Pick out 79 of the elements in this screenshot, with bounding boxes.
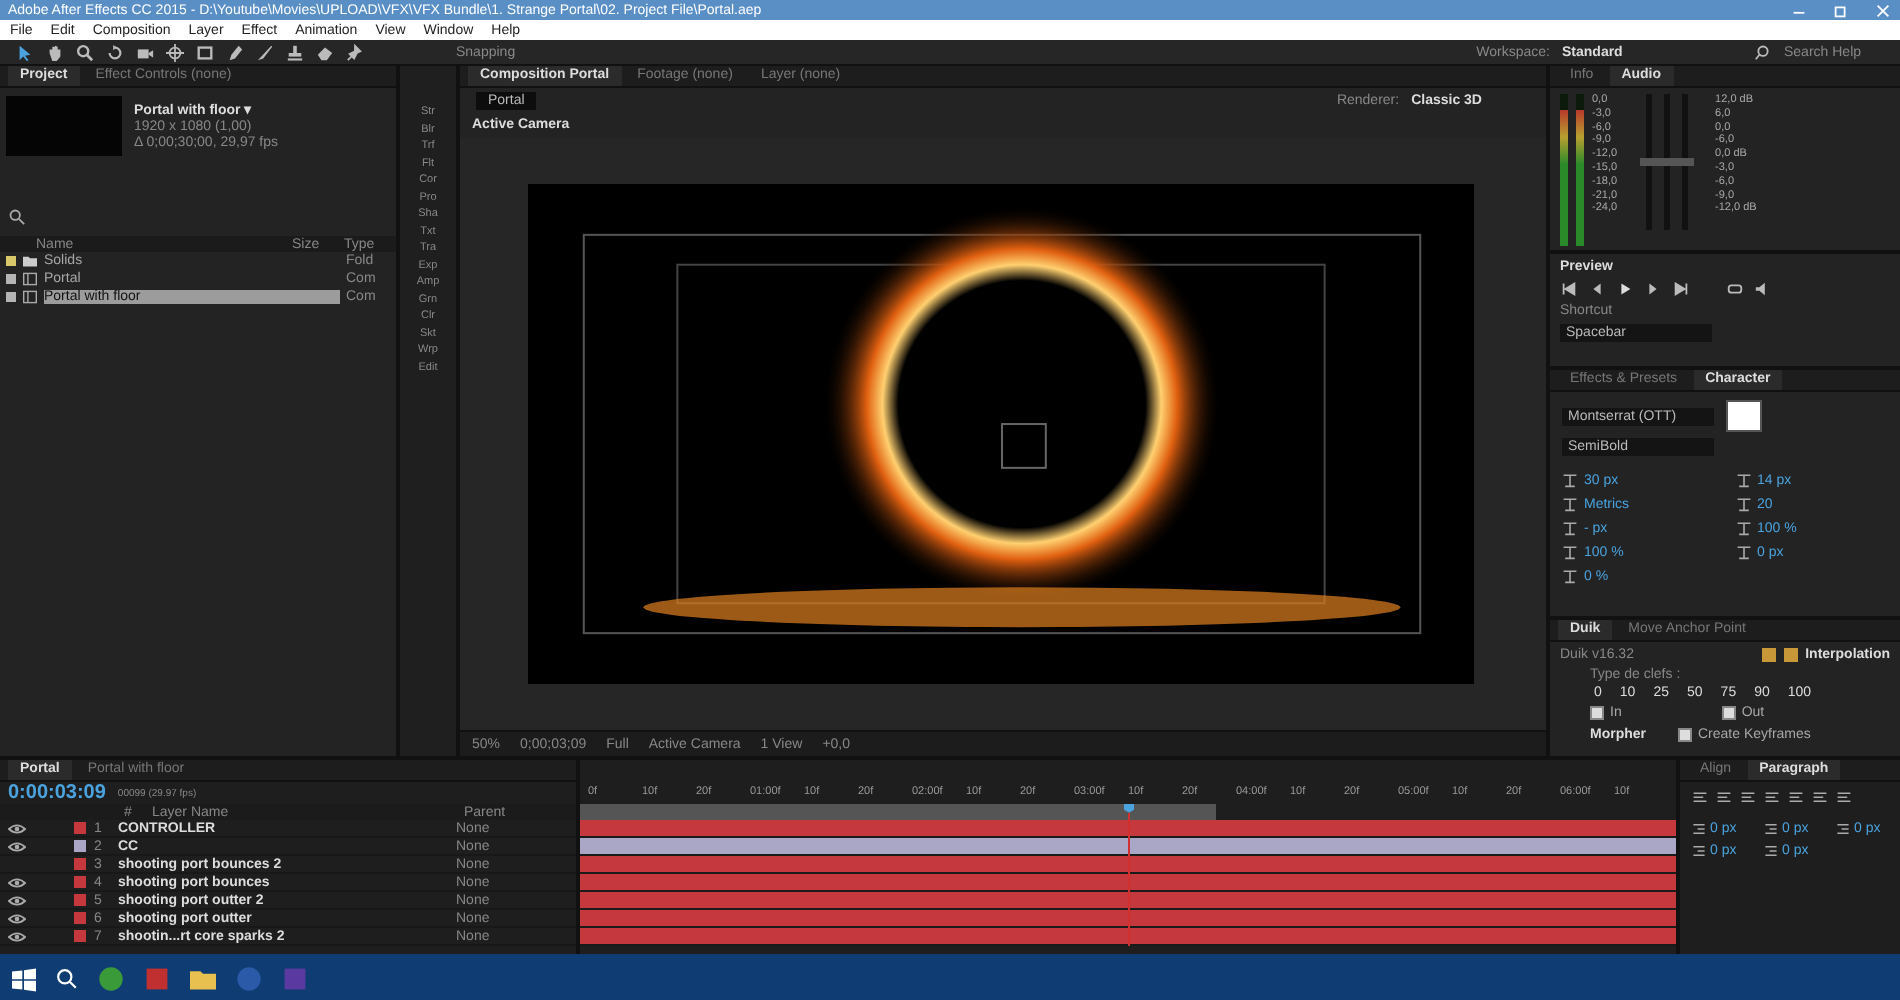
checkbox[interactable] [1678,728,1692,742]
text-setting-icon[interactable] [1562,520,1578,536]
folder-icon[interactable] [190,966,216,992]
volume-slider-thumb[interactable] [1675,158,1694,166]
text-setting-icon[interactable] [1562,568,1578,584]
text-setting-icon[interactable] [1735,472,1751,488]
previous-frame-icon[interactable] [1588,280,1606,298]
align-text-icon[interactable] [1788,790,1804,806]
label-color-swatch[interactable] [74,822,86,834]
layer-duration-bar[interactable] [580,820,1676,838]
volume-slider-thumb[interactable] [1639,158,1658,166]
timecode[interactable]: 0:00:03:09 [8,782,106,804]
label-color-swatch[interactable] [6,256,16,266]
search-icon[interactable] [8,207,26,225]
taskbar-app-icon[interactable] [98,966,124,992]
eye-icon[interactable] [8,819,26,837]
search-icon[interactable] [76,43,94,61]
text-setting-icon[interactable] [1562,496,1578,512]
search-icon[interactable] [56,968,78,990]
text-setting-icon[interactable] [1562,544,1578,560]
loop-icon[interactable] [1726,280,1744,298]
volume-slider-thumb[interactable] [1657,158,1676,166]
layer-duration-bar[interactable] [580,928,1676,946]
composition-icon[interactable] [22,272,38,286]
indent-icon[interactable] [1764,822,1778,836]
label-color-swatch[interactable] [74,876,86,888]
pin-icon[interactable] [346,43,364,61]
eye-icon[interactable] [8,837,26,855]
comp-thumbnail [6,96,122,156]
label-color-swatch[interactable] [74,912,86,924]
text-setting-icon[interactable] [1562,472,1578,488]
label-color-swatch[interactable] [74,858,86,870]
label-color-swatch[interactable] [6,274,16,284]
play-icon[interactable] [1616,280,1634,298]
text-setting-icon[interactable] [1735,496,1751,512]
indent-icon[interactable] [1764,844,1778,858]
color-swatch[interactable] [1726,400,1762,432]
label-color-swatch[interactable] [74,840,86,852]
close-icon[interactable] [1874,1,1892,19]
align-text-icon[interactable] [1716,790,1732,806]
layer-duration-bar[interactable] [580,838,1676,856]
rectangle-icon[interactable] [196,43,214,61]
layer-duration-bar[interactable] [580,874,1676,892]
eye-icon[interactable] [8,909,26,927]
arrow-icon[interactable] [16,43,34,61]
rotate-icon[interactable] [106,43,124,61]
checkbox[interactable] [1721,706,1736,720]
crosshair-icon[interactable] [166,43,184,61]
restore-icon[interactable] [1832,1,1850,19]
search-icon[interactable] [1754,43,1772,61]
text-setting-icon[interactable] [1735,544,1751,560]
stamp-icon[interactable] [286,43,304,61]
text-setting-icon[interactable] [1735,520,1751,536]
align-text-icon[interactable] [1764,790,1780,806]
layer-duration-bar[interactable] [580,910,1676,928]
camera-icon[interactable] [136,43,154,61]
label-color-swatch[interactable] [74,930,86,942]
next-frame-icon[interactable] [1644,280,1662,298]
indent-icon[interactable] [1836,822,1850,836]
first-frame-icon[interactable] [1560,280,1578,298]
layer-duration-bar[interactable] [580,856,1676,874]
composition-icon[interactable] [22,290,38,304]
indent-icon[interactable] [1692,822,1706,836]
windows-start-icon[interactable] [12,967,36,991]
playhead[interactable] [1124,804,1134,946]
checkbox[interactable] [1590,706,1604,720]
label-color-swatch[interactable] [74,894,86,906]
align-text-icon[interactable] [1812,790,1828,806]
hand-icon[interactable] [46,43,64,61]
layer-duration-bar[interactable] [580,892,1676,910]
indent-icon[interactable] [1692,844,1706,858]
align-text-icon[interactable] [1836,790,1852,806]
eye-icon[interactable] [8,927,26,945]
eye-icon[interactable] [8,873,26,891]
eye-icon[interactable] [8,891,26,909]
label-color-swatch[interactable] [6,292,16,302]
last-frame-icon[interactable] [1672,280,1690,298]
align-text-icon[interactable] [1740,790,1756,806]
align-text-icon[interactable] [1692,790,1708,806]
